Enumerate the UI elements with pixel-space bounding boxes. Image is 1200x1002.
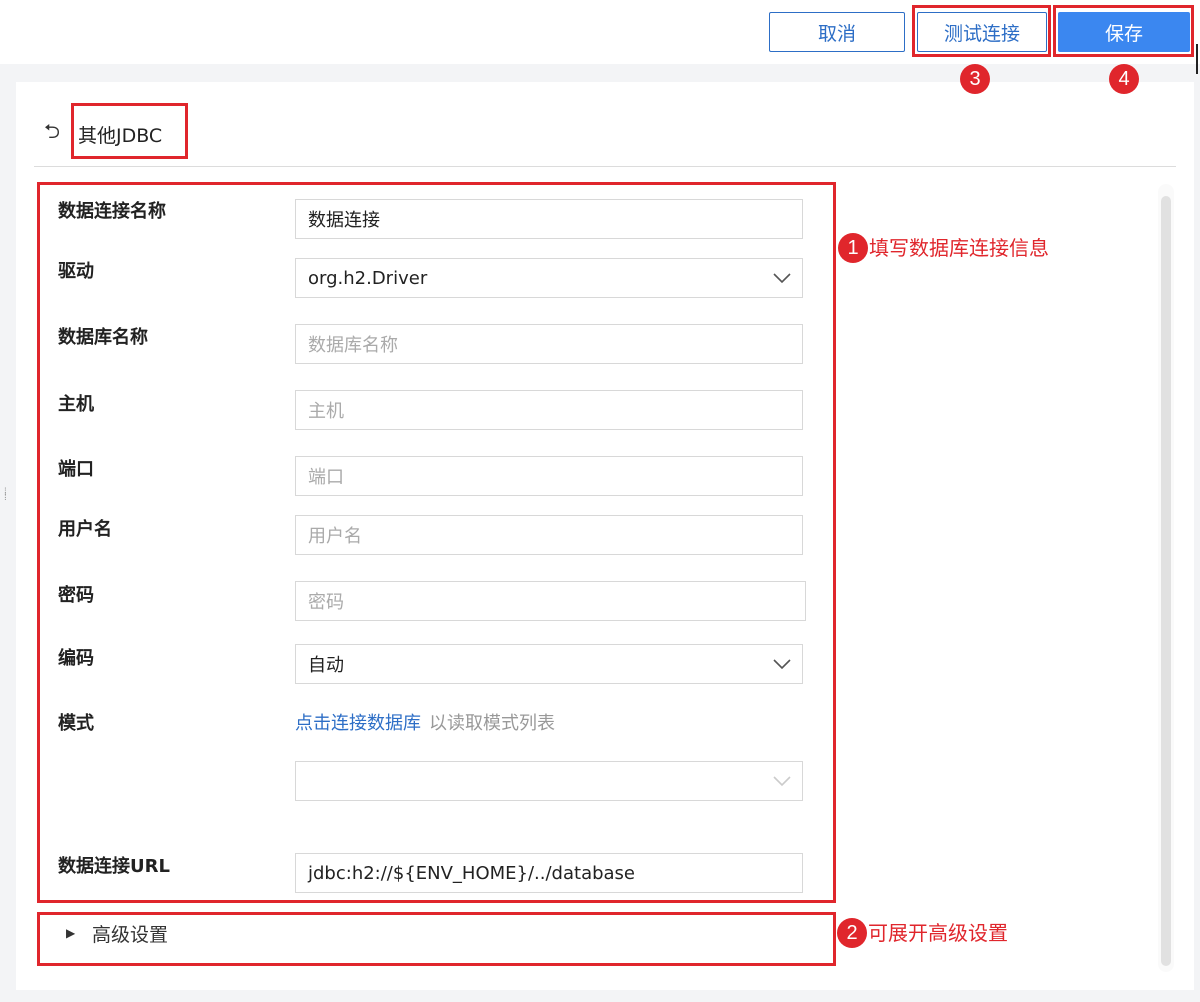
schema-hint: 点击连接数据库 以读取模式列表 xyxy=(295,711,555,737)
scrollbar-thumb[interactable] xyxy=(1161,196,1171,966)
database-name-placeholder: 数据库名称 xyxy=(308,335,398,356)
connection-url-value: jdbc:h2://${ENV_HOME}/../database xyxy=(308,862,636,884)
page-title: 其他JDBC xyxy=(78,124,163,147)
save-button[interactable]: 保存 xyxy=(1058,12,1190,52)
header-divider xyxy=(34,166,1176,167)
schema-select[interactable] xyxy=(295,761,803,801)
port-placeholder: 端口 xyxy=(308,467,344,488)
encoding-label: 编码 xyxy=(58,648,94,669)
schema-hint-text: 以读取模式列表 xyxy=(429,713,555,734)
advanced-settings-toggle[interactable]: ▶ 高级设置 xyxy=(66,920,168,946)
annotation-badge-3: 3 xyxy=(960,64,990,94)
driver-select[interactable]: org.h2.Driver xyxy=(295,258,803,298)
host-label: 主机 xyxy=(58,394,94,415)
back-arrow-icon[interactable]: ⮌ xyxy=(44,117,68,151)
password-label: 密码 xyxy=(58,585,94,606)
driver-value: org.h2.Driver xyxy=(308,267,428,289)
encoding-value: 自动 xyxy=(308,655,344,676)
host-placeholder: 主机 xyxy=(308,401,344,422)
port-input[interactable]: 端口 xyxy=(295,456,803,496)
encoding-select[interactable]: 自动 xyxy=(295,644,803,684)
chevron-down-icon xyxy=(773,273,791,284)
port-label: 端口 xyxy=(58,459,94,480)
chevron-down-icon xyxy=(773,776,791,787)
password-placeholder: 密码 xyxy=(308,592,344,613)
connection-name-input[interactable]: 数据连接 xyxy=(295,199,803,239)
resize-handle-icon[interactable]: ⁞ ⁞ xyxy=(4,488,10,510)
username-input[interactable]: 用户名 xyxy=(295,515,803,555)
back-header: ⮌ 其他JDBC xyxy=(44,117,163,151)
annotation-text-1: 填写数据库连接信息 xyxy=(869,236,1049,260)
advanced-settings-label: 高级设置 xyxy=(92,923,169,946)
text-cursor-icon xyxy=(1196,44,1198,74)
test-connection-button[interactable]: 测试连接 xyxy=(917,12,1047,52)
connection-url-input[interactable]: jdbc:h2://${ENV_HOME}/../database xyxy=(295,853,803,893)
driver-label: 驱动 xyxy=(58,261,94,282)
schema-label: 模式 xyxy=(58,713,94,734)
chevron-down-icon xyxy=(773,659,791,670)
host-input[interactable]: 主机 xyxy=(295,390,803,430)
connection-url-label: 数据连接URL xyxy=(58,856,170,877)
caret-right-icon: ▶ xyxy=(66,926,76,940)
annotation-badge-1: 1 xyxy=(838,233,868,263)
annotation-badge-4: 4 xyxy=(1109,64,1139,94)
username-label: 用户名 xyxy=(58,519,112,540)
annotation-text-2: 可展开高级设置 xyxy=(868,921,1008,945)
cancel-button[interactable]: 取消 xyxy=(769,12,905,52)
connect-database-link[interactable]: 点击连接数据库 xyxy=(295,713,421,734)
password-input[interactable]: 密码 xyxy=(295,581,806,621)
connection-name-value: 数据连接 xyxy=(308,210,380,231)
connection-name-label: 数据连接名称 xyxy=(58,201,166,222)
database-name-input[interactable]: 数据库名称 xyxy=(295,324,803,364)
annotation-badge-2: 2 xyxy=(837,918,867,948)
database-name-label: 数据库名称 xyxy=(58,327,148,348)
username-placeholder: 用户名 xyxy=(308,526,362,547)
